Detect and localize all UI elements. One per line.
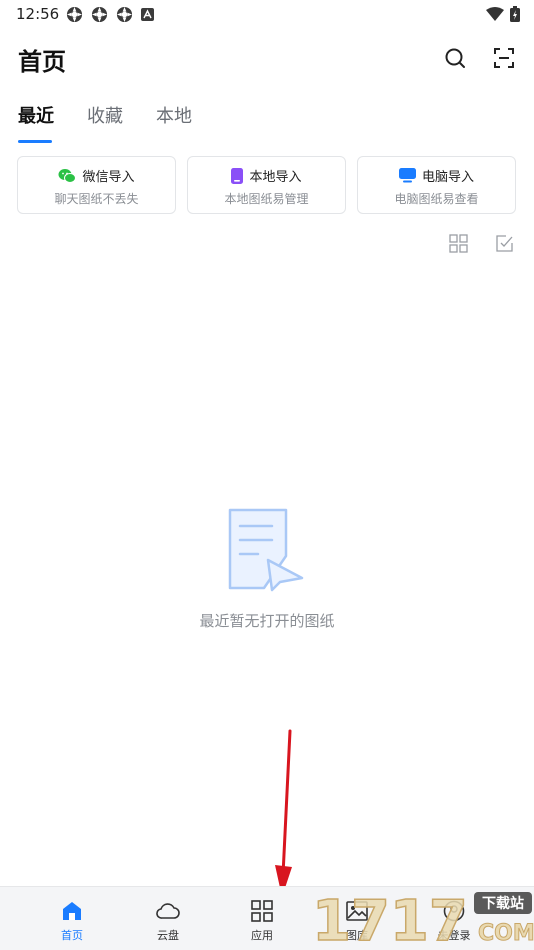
battery-icon [510,6,520,22]
wifi-icon [486,7,504,21]
search-icon [445,48,465,68]
app-notification-icon [91,6,108,23]
tab-active-indicator [18,140,52,143]
grid-view-icon [448,233,468,253]
status-time: 12:56 [16,5,60,23]
multi-select-button[interactable] [493,232,515,254]
checkbox-edit-icon [495,234,513,252]
app-header: 首页 [0,36,534,84]
tab-local[interactable]: 本地 [156,102,192,128]
wechat-import-card[interactable]: 微信导入 聊天图纸不丢失 [17,156,176,214]
card-title: 本地导入 [249,170,302,185]
svg-text:下载站: 下载站 [482,895,524,912]
status-bar: 12:56 [0,0,534,28]
site-watermark-logo: 1717 下载站 COM [311,888,534,948]
phone-icon [231,167,244,184]
nav-home[interactable]: 首页 [32,887,112,950]
nav-label: 应用 [251,929,273,942]
empty-document-icon [228,508,304,592]
empty-state-message: 最近暂无打开的图纸 [199,612,335,630]
card-title: 微信导入 [82,170,135,185]
notification-icons [66,6,154,23]
grid-view-button[interactable] [447,232,469,254]
scan-icon [494,48,514,68]
tab-favorites[interactable]: 收藏 [87,102,123,128]
annotation-arrow [275,729,292,897]
card-subtitle: 聊天图纸不丢失 [54,192,139,206]
scan-button[interactable] [492,46,516,70]
wechat-icon [58,168,77,183]
monitor-icon [398,168,416,183]
apps-grid-icon [251,900,273,922]
card-subtitle: 电脑图纸易查看 [394,192,479,206]
nav-cloud[interactable]: 云盘 [128,887,208,950]
import-cards: 微信导入 聊天图纸不丢失 本地导入 本地图纸易管理 电脑导入 电脑图纸易查看 [17,156,517,214]
svg-text:COM: COM [478,921,534,946]
tab-recent[interactable]: 最近 [18,102,54,128]
cloud-icon [156,903,180,919]
keyboard-notification-icon [141,8,154,21]
card-subtitle: 本地图纸易管理 [224,192,309,206]
app-notification-icon [116,6,133,23]
svg-text:1717: 1717 [312,889,468,948]
page-title: 首页 [18,48,66,76]
card-title: 电脑导入 [421,170,474,185]
nav-label: 云盘 [157,929,179,942]
home-icon [63,902,81,920]
pc-import-card[interactable]: 电脑导入 电脑图纸易查看 [357,156,516,214]
search-button[interactable] [443,46,467,70]
app-notification-icon [66,6,83,23]
nav-apps[interactable]: 应用 [222,887,302,950]
system-status-icons [486,6,520,22]
nav-label: 首页 [61,929,83,942]
tab-bar: 最近 收藏 本地 [0,102,534,146]
local-import-card[interactable]: 本地导入 本地图纸易管理 [187,156,346,214]
